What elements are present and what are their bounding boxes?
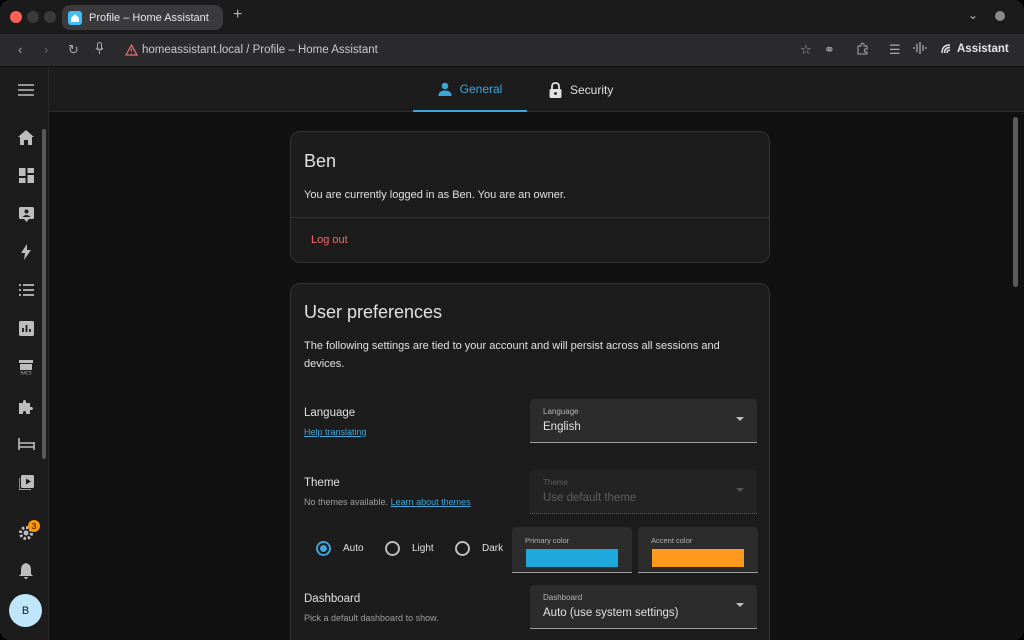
theme-select: Theme Use default theme xyxy=(530,470,757,514)
mode-radio-auto[interactable]: Auto xyxy=(316,541,364,556)
close-window-button[interactable] xyxy=(10,11,22,23)
learn-about-themes-link[interactable]: Learn about themes xyxy=(391,497,471,507)
profile-icon[interactable] xyxy=(995,11,1005,21)
preferences-description-line2: devices. xyxy=(304,358,345,370)
minimize-window-button[interactable] xyxy=(27,11,39,23)
history-icon[interactable] xyxy=(17,319,35,337)
user-name: Ben xyxy=(304,151,337,171)
language-select[interactable]: Language English xyxy=(530,399,757,443)
radio-unchecked-icon xyxy=(385,541,400,556)
maximize-window-button[interactable] xyxy=(44,11,56,23)
user-preferences-card: User preferences The following settings … xyxy=(290,283,770,640)
bookmark-star-icon[interactable]: ☆ xyxy=(800,42,812,58)
new-tab-button[interactable]: + xyxy=(233,6,242,24)
menu-icon[interactable] xyxy=(17,81,35,99)
assistant-button[interactable]: Assistant xyxy=(940,43,1009,55)
browser-tab[interactable]: Profile – Home Assistant xyxy=(62,5,223,30)
reload-icon[interactable]: ↻ xyxy=(68,42,79,58)
tab-title: Profile – Home Assistant xyxy=(89,11,209,24)
avatar[interactable]: B xyxy=(9,594,42,627)
notifications-icon[interactable] xyxy=(17,562,35,580)
language-select-value: English xyxy=(543,421,581,433)
sidebar-scrollbar[interactable] xyxy=(42,129,46,459)
bed-icon[interactable] xyxy=(17,435,35,453)
lock-icon xyxy=(549,81,562,98)
accent-color-swatch[interactable] xyxy=(652,549,744,567)
reading-list-icon[interactable]: ☰ xyxy=(889,42,901,58)
theme-select-label: Theme xyxy=(543,478,568,487)
extensions-icon[interactable] xyxy=(856,42,869,58)
theme-label: Theme xyxy=(304,477,340,489)
notification-badge: 3 xyxy=(28,520,40,532)
tab-security-label: Security xyxy=(570,82,614,97)
home-assistant-app: HACS 3 B General Security Ben You are cu… xyxy=(0,67,1024,640)
page-scrollbar[interactable] xyxy=(1013,117,1018,287)
list-icon[interactable] xyxy=(17,281,35,299)
accent-color-label: Accent color xyxy=(651,536,693,545)
map-icon[interactable] xyxy=(17,205,35,223)
preferences-description-line1: The following settings are tied to your … xyxy=(304,340,720,352)
preferences-title: User preferences xyxy=(304,302,443,322)
forward-icon[interactable]: › xyxy=(44,42,48,57)
language-label: Language xyxy=(304,407,356,419)
dashboard-icon[interactable] xyxy=(17,166,35,184)
dropdown-arrow-icon xyxy=(736,417,744,421)
tab-strip: Profile – Home Assistant + ⌄ xyxy=(0,0,1024,34)
integrations-icon[interactable] xyxy=(17,397,35,415)
tab-general[interactable]: General xyxy=(413,67,527,112)
dropdown-arrow-icon xyxy=(736,488,744,492)
language-select-label: Language xyxy=(543,407,579,416)
browser-window: Profile – Home Assistant + ⌄ ‹ › ↻ homea… xyxy=(0,0,1024,640)
assistant-label: Assistant xyxy=(957,43,1009,55)
accent-color-picker[interactable]: Accent color xyxy=(638,527,758,573)
dropdown-arrow-icon xyxy=(736,603,744,607)
home-icon[interactable] xyxy=(17,128,35,146)
logout-button[interactable]: Log out xyxy=(311,234,348,246)
mode-light-label: Light xyxy=(412,543,434,554)
mode-radio-dark[interactable]: Dark xyxy=(455,541,503,556)
logged-in-text: You are currently logged in as Ben. You … xyxy=(304,189,566,201)
dashboard-sub: Pick a default dashboard to show. xyxy=(304,613,439,623)
tab-security[interactable]: Security xyxy=(549,67,639,112)
dashboard-select[interactable]: Dashboard Auto (use system settings) xyxy=(530,585,757,629)
mode-radio-light[interactable]: Light xyxy=(385,541,434,556)
card-divider xyxy=(291,217,769,218)
dashboard-select-value: Auto (use system settings) xyxy=(543,607,679,619)
tab-general-label: General xyxy=(459,81,503,96)
radio-unchecked-icon xyxy=(455,541,470,556)
primary-color-swatch[interactable] xyxy=(526,549,618,567)
primary-color-label: Primary color xyxy=(525,536,570,545)
hacs-icon[interactable]: HACS xyxy=(17,358,35,376)
dashboard-select-label: Dashboard xyxy=(543,593,583,602)
address-bar[interactable]: homeassistant.local / Profile – Home Ass… xyxy=(142,44,378,56)
media-icon[interactable] xyxy=(17,473,35,491)
energy-icon[interactable] xyxy=(17,243,35,261)
sidebar: HACS 3 B xyxy=(0,67,49,640)
person-icon xyxy=(438,82,452,96)
profile-content: Ben You are currently logged in as Ben. … xyxy=(49,112,1024,640)
share-link-icon[interactable]: ⚭ xyxy=(824,42,835,58)
radio-checked-icon xyxy=(316,541,331,556)
svg-text:HACS: HACS xyxy=(20,371,31,376)
dashboard-label: Dashboard xyxy=(304,593,361,605)
microphone-icon[interactable] xyxy=(95,42,104,58)
profile-tabs-bar: General Security xyxy=(49,67,1024,112)
tab-list-chevron-icon[interactable]: ⌄ xyxy=(968,8,978,22)
theme-sub: No themes available. Learn about themes xyxy=(304,497,471,507)
mode-dark-label: Dark xyxy=(482,543,504,554)
not-secure-warning-icon[interactable] xyxy=(124,43,139,61)
theme-select-value: Use default theme xyxy=(543,492,637,504)
profile-card: Ben You are currently logged in as Ben. … xyxy=(290,131,770,263)
help-translating-link[interactable]: Help translating xyxy=(304,427,367,437)
audio-wave-icon[interactable] xyxy=(913,42,927,57)
no-themes-text: No themes available. xyxy=(304,497,389,507)
home-assistant-favicon-icon xyxy=(68,10,82,25)
back-icon[interactable]: ‹ xyxy=(18,42,22,57)
browser-toolbar: ‹ › ↻ homeassistant.local / Profile – Ho… xyxy=(0,34,1024,67)
primary-color-picker[interactable]: Primary color xyxy=(512,527,632,573)
mode-auto-label: Auto xyxy=(343,543,364,554)
assistant-icon xyxy=(941,44,951,54)
